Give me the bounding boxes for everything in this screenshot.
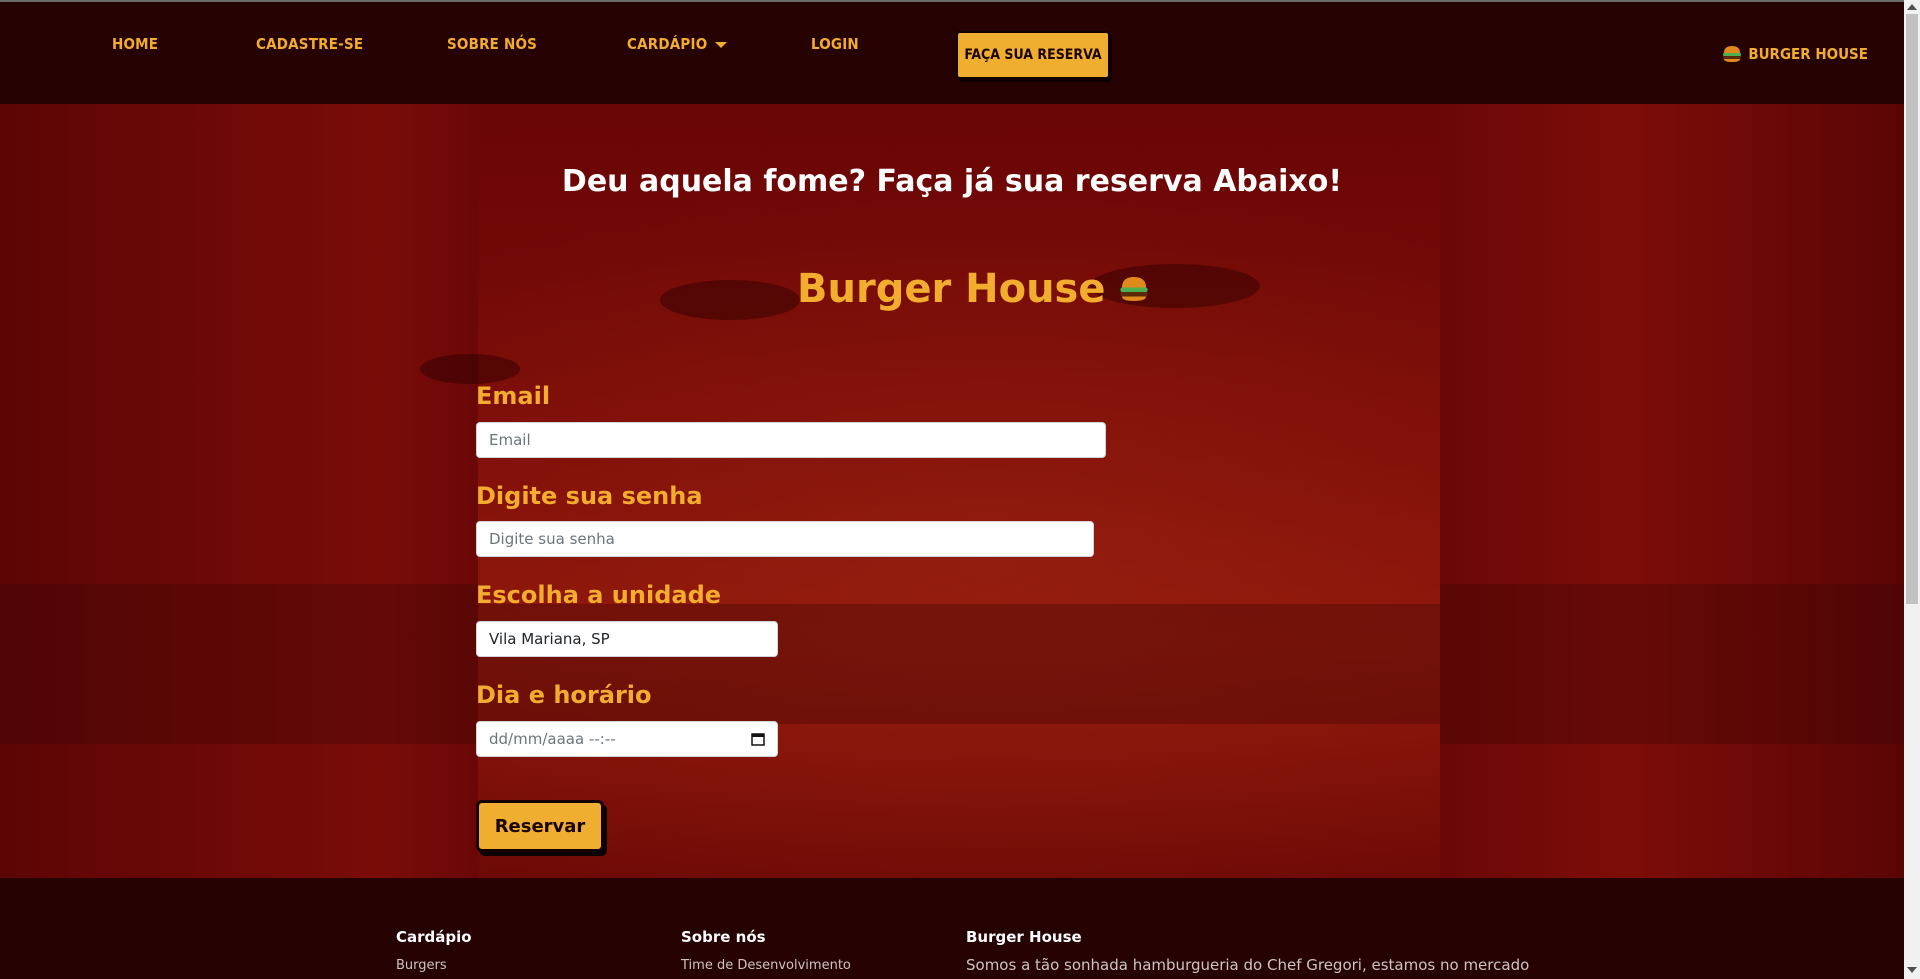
unit-label: Escolha a unidade — [476, 581, 722, 609]
calendar-icon[interactable] — [751, 732, 765, 746]
decor-bar-counter — [0, 584, 478, 744]
footer-col-cardapio: Cardápio Burgers — [396, 928, 472, 973]
nav-home[interactable]: Home — [112, 35, 158, 53]
main-navbar: Home Cadastre-se Sobre Nós Cardápio Logi… — [0, 2, 1904, 104]
password-field[interactable] — [476, 521, 1094, 557]
page-headline: Deu aquela fome? Faça já sua reserva Aba… — [561, 164, 1343, 199]
footer-heading: Sobre nós — [681, 928, 766, 946]
footer-heading: Cardápio — [396, 928, 472, 946]
nav-login[interactable]: Login — [811, 35, 859, 53]
email-label: Email — [476, 382, 551, 410]
scroll-up-icon[interactable] — [1907, 4, 1917, 10]
burger-icon — [1723, 46, 1742, 62]
unit-field[interactable] — [476, 621, 778, 657]
footer-col-sobre: Sobre nós Time de Desenvolvimento — [681, 928, 851, 973]
scrollbar-thumb[interactable] — [1906, 14, 1918, 604]
background-image-left — [0, 104, 478, 878]
background-image-right — [1440, 104, 1904, 878]
decor-bar-counter — [1440, 584, 1904, 744]
form-title-text: Burger House — [797, 266, 1106, 312]
footer-heading: Burger House — [966, 928, 1082, 946]
nav-cardapio-label: Cardápio — [627, 35, 708, 53]
reserve-nav-button[interactable]: Faça sua reserva — [956, 31, 1110, 79]
brand-name: Burger House — [1748, 45, 1868, 63]
footer-link-burgers[interactable]: Burgers — [396, 958, 472, 973]
footer-col-burger-house: Burger House Somos a tão sonhada hamburg… — [966, 928, 1529, 974]
decor-lamp — [420, 354, 520, 384]
datetime-field[interactable]: dd/mm/aaaa --:-- — [476, 721, 778, 757]
form-title: Burger House — [797, 266, 1149, 312]
nav-sobre-nos[interactable]: Sobre Nós — [447, 35, 537, 53]
footer-about-text: Somos a tão sonhada hamburgueria do Chef… — [966, 956, 1530, 974]
reserve-submit-button[interactable]: Reservar — [476, 800, 604, 852]
reservation-hero: Deu aquela fome? Faça já sua reserva Aba… — [0, 104, 1904, 878]
nav-cardapio-dropdown[interactable]: Cardápio — [627, 35, 728, 53]
datetime-placeholder: dd/mm/aaaa --:-- — [489, 730, 616, 748]
site-footer: Cardápio Burgers Sobre nós Time de Desen… — [0, 878, 1904, 979]
email-field[interactable] — [476, 422, 1106, 458]
datetime-label: Dia e horário — [476, 681, 652, 709]
nav-cadastre-se[interactable]: Cadastre-se — [256, 35, 363, 53]
scroll-down-icon[interactable] — [1907, 967, 1917, 973]
chevron-down-icon — [715, 41, 728, 48]
password-label: Digite sua senha — [476, 482, 703, 510]
brand-link[interactable]: Burger House — [1722, 45, 1868, 63]
footer-link-time[interactable]: Time de Desenvolvimento — [681, 958, 851, 973]
decor-lamp — [660, 280, 800, 320]
burger-icon — [1120, 277, 1148, 301]
